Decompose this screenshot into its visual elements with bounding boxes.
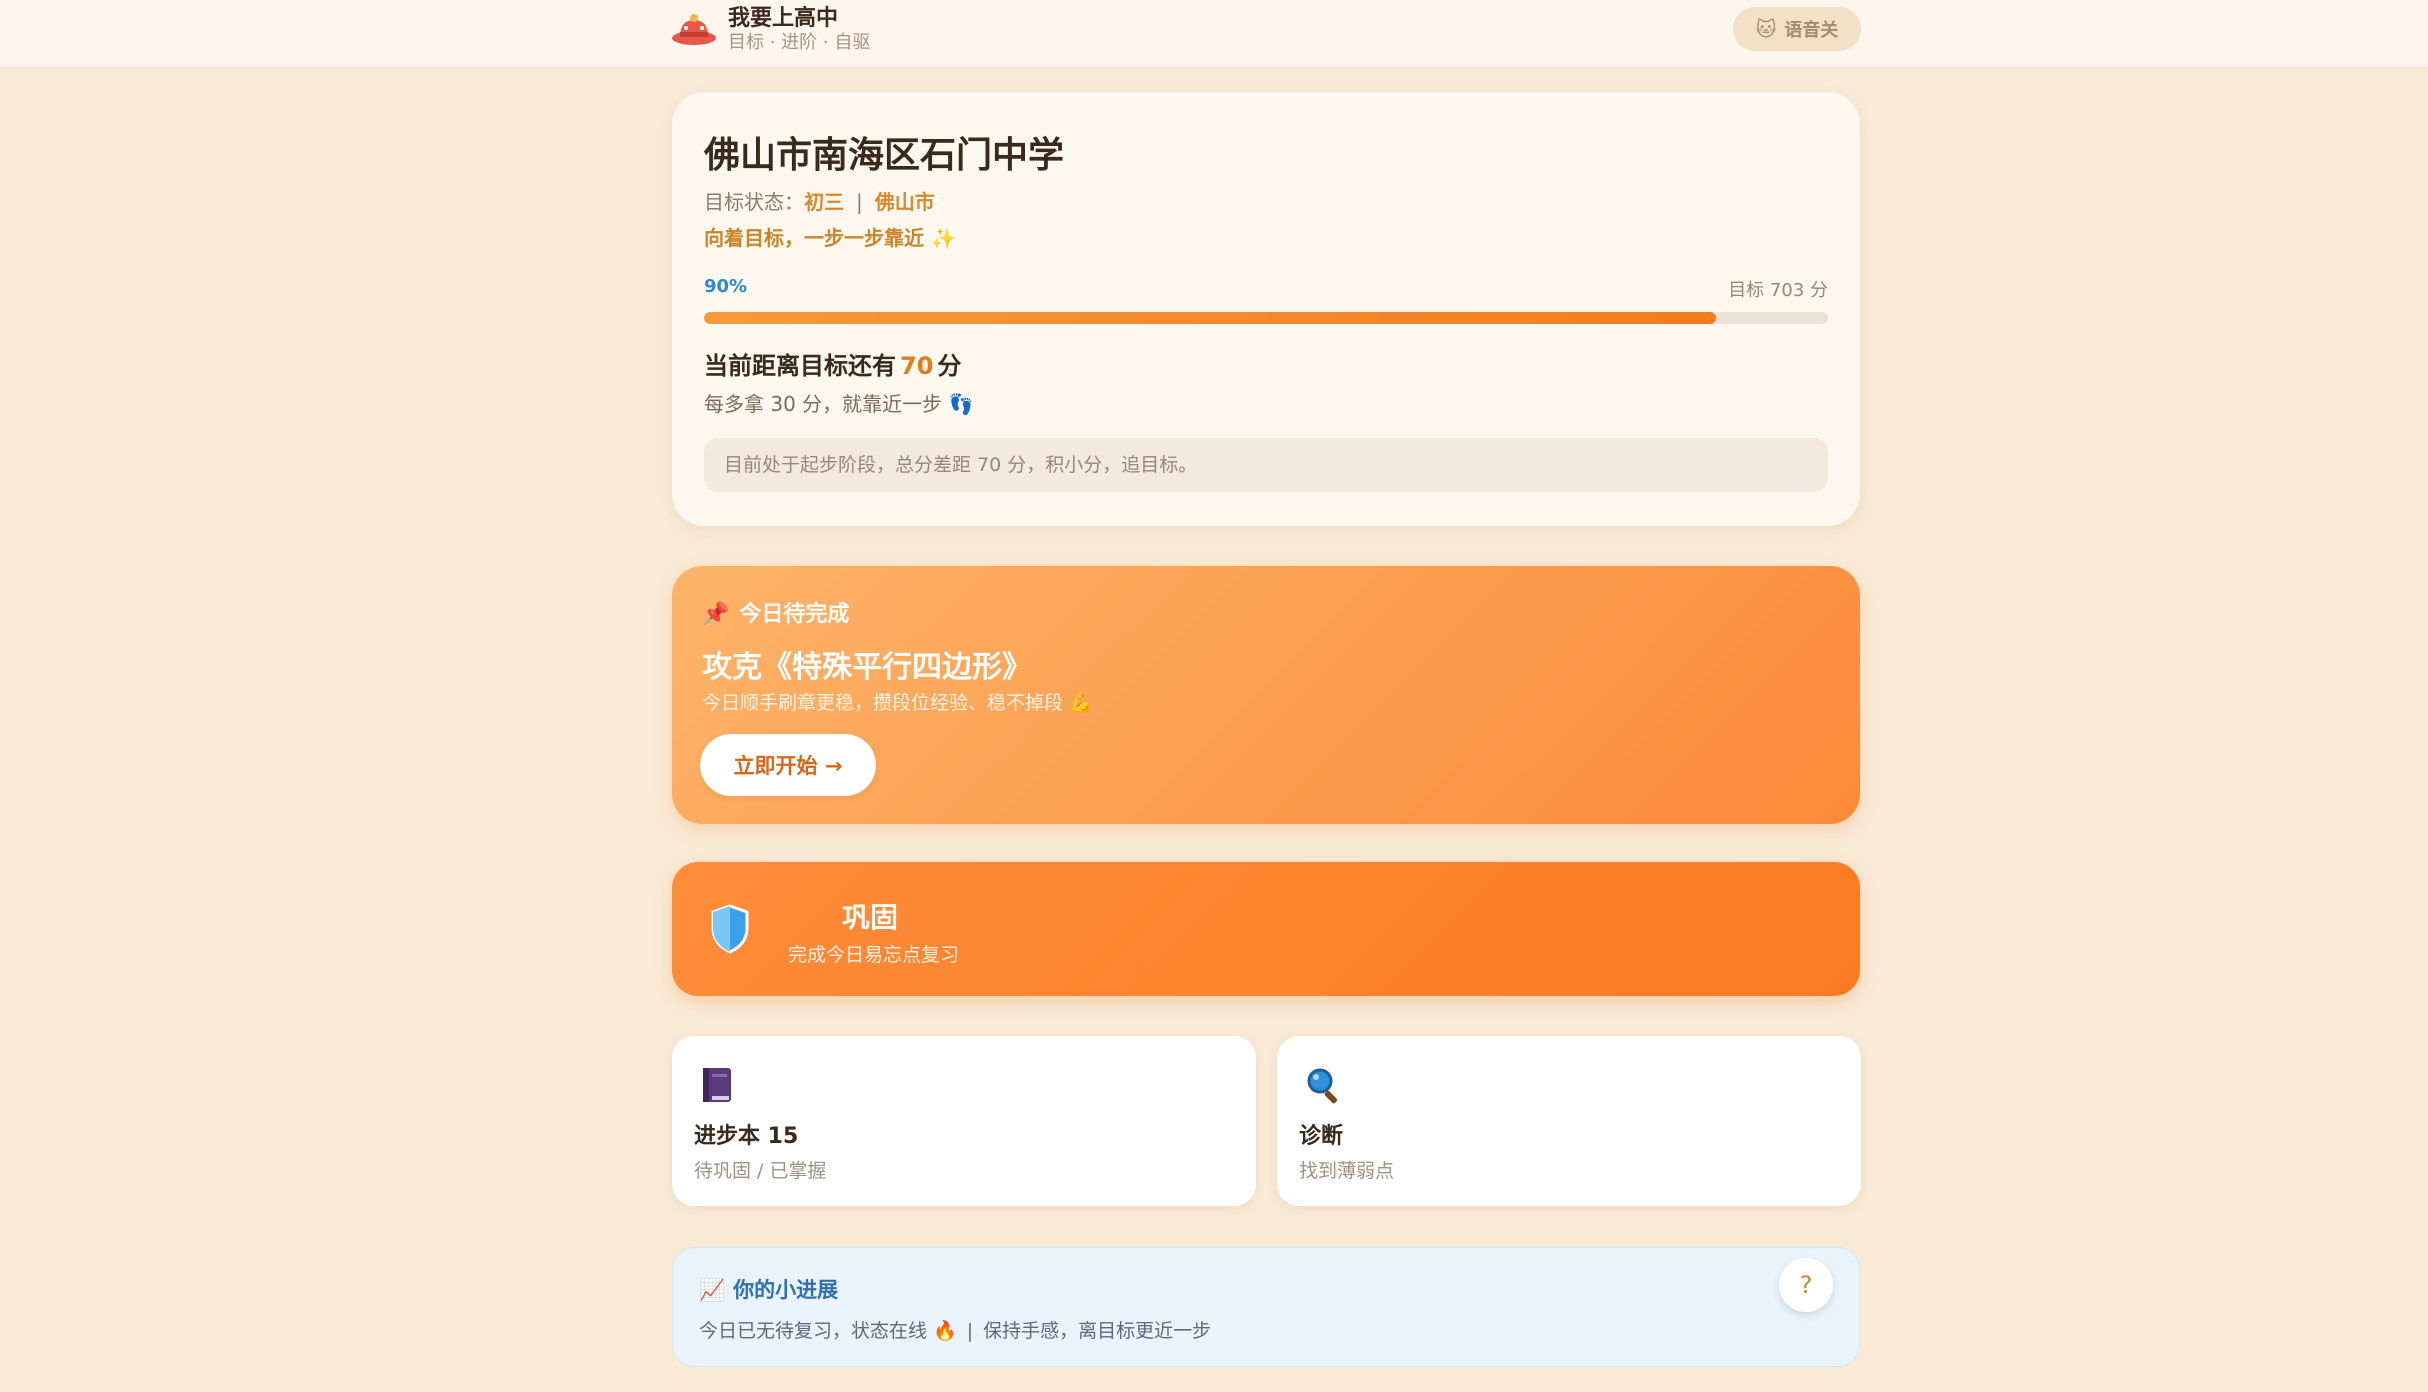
stage-note: 目前处于起步阶段，总分差距 70 分，积小分，追目标。 [704,438,1828,492]
step-text: 每多拿 30 分，就靠近一步 👣 [704,392,974,416]
motto-text: 向着目标，一步一步靠近 ✨ [704,226,956,250]
consolidate-subtitle: 完成今日易忘点复习 [788,944,960,966]
today-task-subtitle: 今日顺手刷章更稳，攒段位经验、稳不掉段 💪 [702,692,1093,714]
today-task-card: 📌 今日待完成 攻克《特殊平行四边形》 今日顺手刷章更稳，攒段位经验、稳不掉段 💪… [672,566,1860,824]
gap-prefix: 当前距离目标还有 [704,352,896,380]
diagnosis-subtitle: 找到薄弱点 [1299,1160,1395,1182]
shield-icon [710,904,750,954]
brand-text: 我要上高中 目标 · 进阶 · 自驱 [728,6,870,54]
gap-value: 70 [900,352,934,380]
consolidate-title: 巩固 [842,901,899,934]
progress-notebook-card[interactable]: 进步本 15 待巩固 / 已掌握 [672,1036,1256,1206]
progress-bar [704,312,1828,324]
score-gap: 当前距离目标还有 70 分 [704,346,961,381]
progress-percent: 90% [704,276,748,297]
grade-value: 初三 [804,190,844,214]
help-button[interactable]: ? [1779,1258,1833,1312]
small-progress-title-text: 你的小进展 [733,1278,839,1302]
target-score: 目标 703 分 [1728,280,1828,301]
cat-face-icon: 🐱 [1755,17,1777,41]
brand: 我要上高中 目标 · 进阶 · 自驱 [670,6,870,54]
top-bar: 我要上高中 目标 · 进阶 · 自驱 🐱 语音关 [0,0,2428,68]
progress-text-right: 保持手感，离目标更近一步 [983,1320,1212,1342]
small-progress-title: 📈 你的小进展 [699,1274,838,1304]
progress-text-left: 今日已无待复习，状态在线 🔥 [699,1320,957,1342]
gap-suffix: 分 [937,352,962,380]
voice-toggle-button[interactable]: 🐱 语音关 [1733,7,1861,51]
progress-text-separator: | [966,1320,974,1342]
pin-icon: 📌 [702,602,730,627]
hat-logo-icon [670,10,718,50]
status-prefix: 目标状态： [704,190,804,214]
today-task-title: 攻克《特殊平行四边形》 [702,650,1032,685]
goal-status: 目标状态：初三 | 佛山市 [704,186,935,215]
diagnosis-title: 诊断 [1299,1124,1344,1149]
school-name: 佛山市南海区石门中学 [704,135,1065,176]
magnifier-icon [1305,1066,1339,1104]
goal-card: 佛山市南海区石门中学 目标状态：初三 | 佛山市 向着目标，一步一步靠近 ✨ 90%… [672,92,1860,526]
notebook-icon [700,1066,734,1104]
today-label-text: 今日待完成 [739,602,850,627]
app-title: 我要上高中 [728,6,839,31]
voice-toggle-label: 语音关 [1784,20,1839,41]
today-label: 📌 今日待完成 [702,596,849,628]
diagnosis-card[interactable]: 诊断 找到薄弱点 [1277,1036,1861,1206]
notebook-title: 进步本 15 [694,1124,799,1149]
chart-up-icon: 📈 [699,1278,726,1302]
app-subtitle: 目标 · 进阶 · 自驱 [728,32,871,53]
notebook-subtitle: 待巩固 / 已掌握 [694,1160,827,1182]
status-separator: | [856,190,863,214]
progress-bar-fill [704,312,1716,324]
small-progress-card: 📈 你的小进展 今日已无待复习，状态在线 🔥 | 保持手感，离目标更近一步 ? [672,1247,1860,1367]
city-value: 佛山市 [874,190,935,214]
small-progress-text: 今日已无待复习，状态在线 🔥 | 保持手感，离目标更近一步 [699,1316,1211,1343]
consolidate-card[interactable]: 巩固 完成今日易忘点复习 [672,862,1860,996]
start-now-button[interactable]: 立即开始 → [700,734,876,796]
